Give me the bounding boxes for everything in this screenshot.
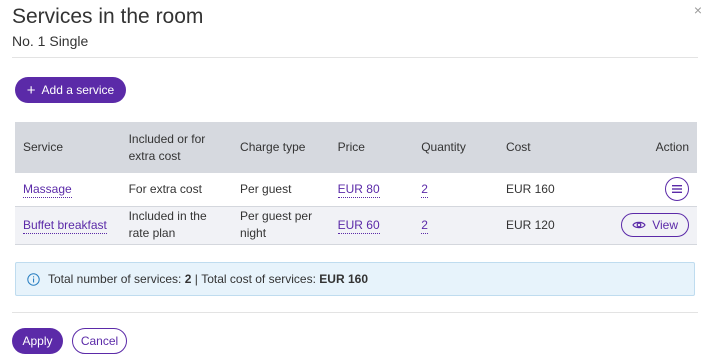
add-service-button[interactable]: + Add a service — [15, 77, 126, 103]
page-title: Services in the room — [12, 5, 204, 28]
header-divider — [12, 57, 698, 58]
row-menu-button[interactable] — [665, 177, 689, 202]
included-cell: Included in the rate plan — [128, 209, 207, 240]
add-service-label: Add a service — [41, 83, 115, 97]
quantity-link[interactable]: 2 — [421, 217, 428, 234]
summary-cost-label: Total cost of services: — [201, 272, 316, 286]
services-table: Service Included or for extra cost Charg… — [15, 122, 697, 245]
col-cost: Cost — [505, 140, 531, 154]
close-icon[interactable]: × — [694, 2, 702, 18]
summary-cost-value: EUR 160 — [319, 272, 368, 286]
included-cell: For extra cost — [128, 181, 202, 196]
summary-count-value: 2 — [184, 272, 192, 286]
cost-cell: EUR 160 — [505, 181, 555, 196]
plus-icon: + — [26, 81, 36, 99]
service-link[interactable]: Massage — [23, 181, 72, 198]
col-price: Price — [337, 140, 365, 154]
col-included: Included or for extra cost — [128, 131, 206, 163]
view-button[interactable]: View — [621, 213, 689, 237]
summary-separator: | — [194, 272, 198, 286]
menu-icon — [672, 185, 682, 194]
charge-type-cell: Per guest — [240, 181, 292, 196]
cancel-button[interactable]: Cancel — [72, 328, 127, 354]
cost-cell: EUR 120 — [505, 217, 555, 232]
col-service: Service — [23, 140, 64, 154]
col-action: Action — [655, 140, 689, 154]
summary-banner: Total number of services: 2 | Total cost… — [15, 262, 695, 296]
price-link[interactable]: EUR 80 — [337, 181, 380, 198]
table-header-row: Service Included or for extra cost Charg… — [15, 122, 697, 173]
table-row: Buffet breakfast Included in the rate pl… — [15, 206, 697, 244]
table-row: Massage For extra cost Per guest EUR 80 … — [15, 173, 697, 206]
service-link[interactable]: Buffet breakfast — [23, 217, 107, 234]
price-link[interactable]: EUR 60 — [337, 217, 380, 234]
view-label: View — [652, 217, 678, 232]
footer-divider — [12, 312, 698, 313]
col-charge-type: Charge type — [240, 140, 306, 154]
summary-count-label: Total number of services: — [48, 272, 182, 286]
apply-button[interactable]: Apply — [12, 328, 63, 354]
charge-type-cell: Per guest per night — [240, 209, 313, 240]
eye-icon — [632, 221, 646, 229]
col-quantity: Quantity — [421, 140, 466, 154]
quantity-link[interactable]: 2 — [421, 181, 428, 198]
info-icon — [27, 272, 40, 286]
page-subtitle: No. 1 Single — [12, 33, 89, 49]
